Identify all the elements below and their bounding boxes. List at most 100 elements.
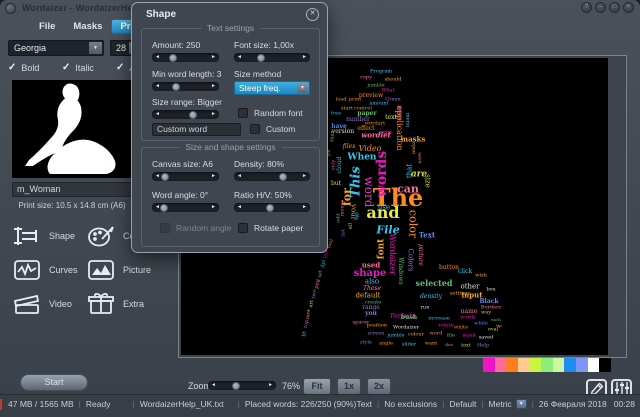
random-font-checkbox[interactable]: Random font [238,108,303,118]
cloud-word: When [348,154,377,163]
chevron-down-icon[interactable]: ▼ [297,83,308,93]
cloud-word: density [420,294,442,300]
tool-video[interactable]: Video [12,290,72,318]
close-button[interactable]: × [623,2,634,13]
cloud-word: Windows [397,257,403,285]
units-dropdown-icon[interactable]: ▼ [516,399,527,409]
cloud-word: Borders [481,306,501,311]
time-label: 00:28 [614,399,635,409]
word-angle-slider[interactable]: ◄► [152,203,219,212]
density-slider[interactable]: ◄► [234,172,310,181]
color-swatch[interactable] [553,358,565,372]
cloud-word: paper [357,111,376,117]
cloud-word: words [375,151,389,197]
cloud-word: png [315,279,322,289]
cloud-word: text [461,344,471,349]
cloud-word: fit [302,331,307,337]
cloud-word: dpi [321,260,327,269]
color-swatch[interactable] [530,358,542,372]
color-swatch[interactable] [564,358,576,372]
cloud-word: button [439,265,459,271]
cloud-word: two [312,289,318,299]
cloud-word: word [430,332,443,337]
ratio-slider[interactable]: ◄► [234,203,310,212]
shape-dialog: Shape ✕ Text settings Amount: 250 ◄► Fon… [131,2,328,253]
color-swatch[interactable] [495,358,507,372]
menu-item-masks[interactable]: Masks [64,19,111,34]
color-swatch[interactable] [588,358,600,372]
tool-curves[interactable]: Curves [12,256,78,284]
size-method-label: Size method [234,69,281,79]
color-swatch[interactable] [518,358,530,372]
size-range-slider[interactable]: ◄► [152,110,219,119]
start-button[interactable]: Start [20,374,88,391]
minimize-button[interactable]: – [595,2,606,13]
color-palette-strip [483,358,611,372]
cloud-word: free [331,112,341,117]
cloud-word: can [397,184,419,195]
text-settings-group: Text settings Amount: 250 ◄► Font size: … [141,28,320,141]
cloud-word: only [332,160,337,171]
cloud-word: way [481,311,491,316]
tool-shape[interactable]: Shape [12,222,75,250]
help-window-button[interactable]: ? [581,2,592,13]
zoom-value: 76% [282,381,300,391]
size-method-select[interactable]: Steep freq. ▼ [234,81,310,95]
zoom-2x-button[interactable]: 2x [367,378,391,395]
cloud-word: copy [360,76,372,81]
mask-thumbnail[interactable] [12,80,132,178]
exclusions-status[interactable]: No exclusions [384,399,437,409]
cloud-word: but [331,181,341,187]
cloud-word: mouse [341,200,346,217]
check-icon: ✓ [8,62,16,73]
bold-checkbox[interactable]: ✓Bold [8,62,62,73]
cloud-word: Program [370,70,392,75]
ratio-label: Ratio H/V: 50% [234,190,292,200]
print-size-label: Print size: 10.5 x 14.8 cm (A6) [6,201,138,210]
cloud-word: app [355,212,359,220]
mode-status[interactable]: Text [356,399,372,409]
tool-extra[interactable]: Extra [86,290,144,318]
slider-thumb[interactable] [232,382,240,390]
cloud-word: cloud [337,157,343,174]
min-word-length-slider[interactable]: ◄► [152,82,219,91]
font-size-value: 28 [116,43,126,53]
rotate-paper-checkbox[interactable]: Rotate paper [238,223,303,233]
checkbox-box [238,108,248,118]
cloud-word: menu [405,113,410,127]
picture-icon [86,257,116,283]
maximize-button[interactable]: □ [609,2,620,13]
density-label: Density: 80% [234,159,284,169]
placed-words-status: Placed words: 226/250 (90%) [245,399,357,409]
cloud-word: want [425,342,438,347]
fit-button[interactable]: Fit [303,378,331,395]
units-status[interactable]: Metric [489,399,512,409]
palette-icon [86,223,116,249]
current-file[interactable]: WordaizerHelp_UK.txt [140,399,224,409]
curves-icon [12,257,42,283]
canvas-size-slider[interactable]: ◄► [152,172,219,181]
custom-checkbox[interactable]: Custom [250,124,295,134]
arrow-left-icon[interactable]: ◄ [211,381,216,390]
zoom-slider[interactable]: ◄► [208,381,276,390]
font-size-slider[interactable]: ◄► [234,53,310,62]
menu-item-file[interactable]: File [30,19,64,34]
tool-picture[interactable]: Picture [86,256,151,284]
color-swatch[interactable] [576,358,588,372]
app-state: Ready [86,399,111,409]
zoom-1x-button[interactable]: 1x [337,378,361,395]
mask-name-field[interactable]: m_Woman [12,182,132,197]
chevron-down-icon[interactable]: ▼ [89,42,102,54]
custom-word-input[interactable]: Custom word [152,123,241,136]
dialog-close-icon[interactable]: ✕ [306,8,319,21]
color-swatch[interactable] [483,358,495,372]
amount-slider[interactable]: ◄► [152,53,219,62]
random-angle-checkbox: Random angle [160,223,231,233]
color-swatch[interactable] [599,358,611,372]
font-family-select[interactable]: Georgia ▼ [8,40,104,56]
color-swatch[interactable] [506,358,518,372]
color-swatch[interactable] [541,358,553,372]
arrow-right-icon[interactable]: ► [268,381,273,390]
preset-status[interactable]: Default [449,399,476,409]
italic-checkbox[interactable]: ✓Italic [62,62,116,73]
